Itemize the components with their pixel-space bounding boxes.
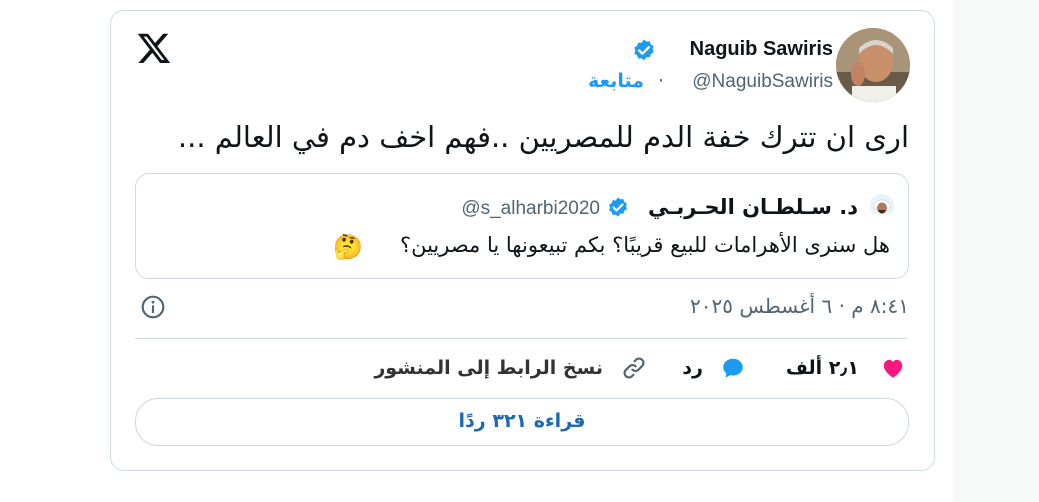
heart-icon[interactable] bbox=[880, 355, 906, 381]
like-count[interactable]: ٢٫١ ألف bbox=[786, 357, 859, 379]
reply-bubble-icon[interactable] bbox=[720, 355, 746, 381]
thinking-face-emoji: 🤔 bbox=[333, 233, 363, 261]
read-replies-button[interactable]: قراءة ٣٢١ ردًا bbox=[135, 398, 909, 446]
follow-button[interactable]: متابعة bbox=[588, 70, 644, 92]
avatar[interactable] bbox=[836, 28, 910, 102]
copy-link-button[interactable]: نسخ الرابط إلى المنشور bbox=[374, 357, 603, 379]
author-name[interactable]: Naguib Sawiris bbox=[690, 38, 833, 61]
verified-badge-icon bbox=[634, 39, 654, 61]
timestamp[interactable]: ٨:٤١ م · ٦ أغسطس ٢٠٢٥ bbox=[690, 294, 909, 318]
divider bbox=[135, 338, 907, 339]
info-icon[interactable] bbox=[140, 294, 166, 320]
right-rail bbox=[953, 0, 1039, 502]
author-handle[interactable]: @NaguibSawiris bbox=[692, 71, 833, 93]
quote-author-name[interactable]: د. سـلطـان الحـربـي bbox=[648, 195, 858, 219]
quote-text: هل سنرى الأهرامات للبيع قريبًا؟ بكم تبيع… bbox=[399, 233, 890, 257]
tweet-text: ارى ان تترك خفة الدم للمصريين ..فهم اخف … bbox=[177, 120, 909, 154]
link-icon[interactable] bbox=[621, 355, 647, 381]
separator-dot: · bbox=[658, 70, 665, 92]
quote-verified-badge-icon bbox=[609, 197, 627, 217]
quote-author-handle[interactable]: @s_alharbi2020 bbox=[461, 198, 600, 220]
read-replies-label: قراءة ٣٢١ ردًا bbox=[458, 410, 586, 432]
reply-button[interactable]: رد bbox=[682, 357, 703, 379]
x-logo-icon[interactable] bbox=[136, 30, 172, 66]
quoted-tweet[interactable] bbox=[135, 173, 909, 279]
quote-avatar bbox=[870, 194, 894, 218]
